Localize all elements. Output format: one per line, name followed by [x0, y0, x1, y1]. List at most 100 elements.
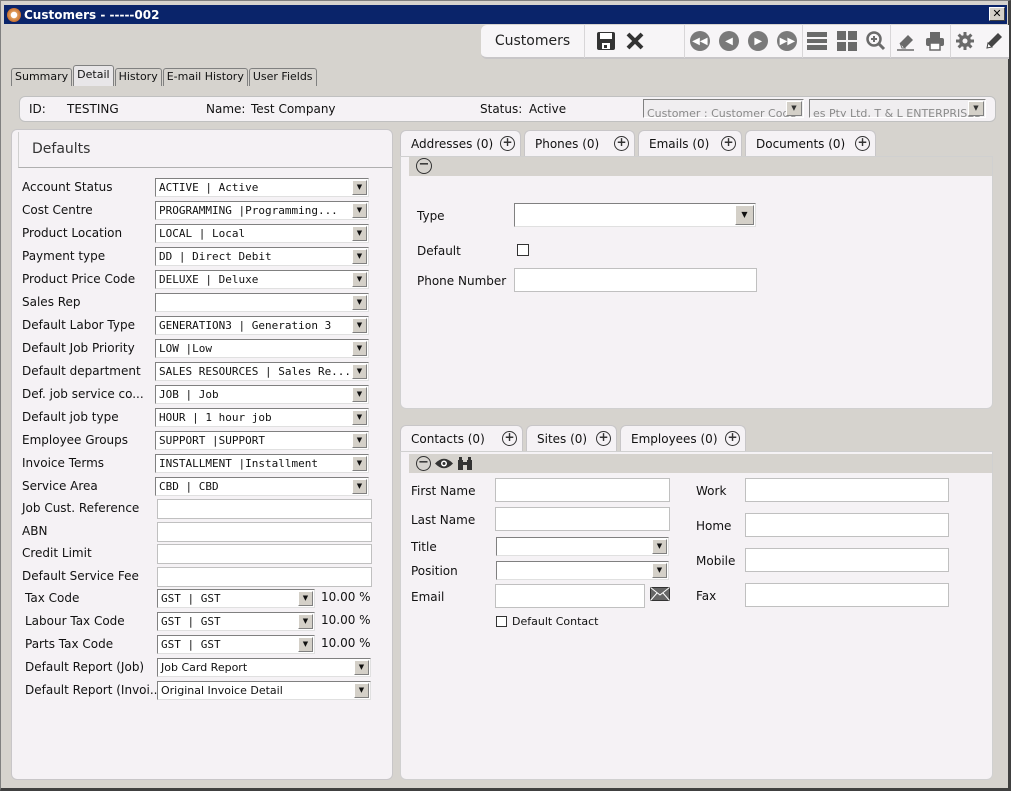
chevron-down-icon[interactable]: ▼	[354, 683, 369, 698]
tab-history[interactable]: History	[114, 68, 162, 86]
first-record-button[interactable]: ◀◀	[685, 27, 714, 55]
tab-phones[interactable]: Phones (0) +	[524, 130, 635, 156]
chevron-down-icon[interactable]: ▼	[352, 295, 367, 310]
default-contact-checkbox[interactable]	[496, 616, 507, 627]
home-phone-input[interactable]	[745, 513, 949, 537]
eye-icon[interactable]	[434, 457, 454, 470]
chevron-down-icon[interactable]: ▼	[352, 203, 367, 218]
field-select[interactable]: DELUXE | Deluxe ▼	[155, 270, 369, 289]
add-address-icon[interactable]: +	[500, 136, 515, 151]
settings-button[interactable]	[951, 27, 980, 55]
lookup-value-select[interactable]: es Pty Ltd, T & L ENTERPRISES ▼	[809, 99, 986, 118]
tab-documents[interactable]: Documents (0) +	[745, 130, 876, 156]
tab-user-fields[interactable]: User Fields	[248, 68, 317, 86]
chevron-down-icon[interactable]: ▼	[352, 433, 367, 448]
chevron-down-icon[interactable]: ▼	[352, 479, 367, 494]
chevron-down-icon[interactable]: ▼	[298, 614, 313, 629]
tab-employees[interactable]: Employees (0) +	[620, 425, 746, 451]
field-input[interactable]	[157, 566, 372, 587]
add-email-icon[interactable]: +	[721, 136, 736, 151]
field-select[interactable]: SUPPORT |SUPPORT ▼	[155, 431, 369, 450]
tab-email-history[interactable]: E-mail History	[162, 68, 248, 86]
field-select[interactable]: DD | Direct Debit ▼	[155, 247, 369, 266]
tab-emails[interactable]: Emails (0) +	[638, 130, 742, 156]
field-select[interactable]: INSTALLMENT |Installment ▼	[155, 454, 369, 473]
chevron-down-icon[interactable]: ▼	[352, 341, 367, 356]
add-employee-icon[interactable]: +	[725, 431, 740, 446]
next-record-button[interactable]: ▶	[744, 27, 773, 55]
chevron-down-icon[interactable]: ▼	[352, 249, 367, 264]
phone-number-input[interactable]	[514, 268, 757, 292]
chevron-down-icon[interactable]: ▼	[968, 101, 984, 116]
tab-addresses[interactable]: Addresses (0) +	[400, 130, 521, 156]
field-select[interactable]: PROGRAMMING |Programming... ▼	[155, 201, 369, 220]
field-input[interactable]	[157, 544, 372, 564]
title-select[interactable]: ▼	[496, 537, 669, 556]
field-select[interactable]: HOUR | 1 hour job ▼	[155, 408, 369, 427]
tax-code-select[interactable]: GST | GST ▼	[157, 612, 315, 631]
chevron-down-icon[interactable]: ▼	[735, 205, 754, 225]
tab-sites[interactable]: Sites (0) +	[526, 425, 617, 451]
last-record-button[interactable]: ▶▶	[773, 27, 802, 55]
chevron-down-icon[interactable]: ▼	[298, 637, 313, 652]
field-select[interactable]: JOB | Job ▼	[155, 385, 369, 404]
first-name-input[interactable]	[495, 478, 670, 502]
field-select[interactable]: LOCAL | Local ▼	[155, 224, 369, 243]
mobile-phone-input[interactable]	[745, 548, 949, 572]
field-input[interactable]	[157, 521, 372, 542]
chevron-down-icon[interactable]: ▼	[352, 410, 367, 425]
field-select[interactable]: GENERATION3 | Generation 3 ▼	[155, 316, 369, 335]
chevron-down-icon[interactable]: ▼	[352, 364, 367, 379]
binoculars-icon[interactable]	[457, 456, 473, 471]
tax-code-select[interactable]: GST | GST ▼	[157, 589, 315, 608]
lookup-mode-select[interactable]: Customer : Customer Code ▼	[643, 99, 804, 118]
save-button[interactable]	[591, 27, 620, 55]
edit-button[interactable]	[980, 27, 1009, 55]
chevron-down-icon[interactable]: ▼	[298, 591, 313, 606]
report-select[interactable]: Original Invoice Detail ▼	[157, 681, 371, 700]
envelope-icon[interactable]	[650, 587, 670, 601]
chevron-down-icon[interactable]: ▼	[352, 318, 367, 333]
phone-type-select[interactable]: ▼	[514, 203, 756, 227]
clear-button[interactable]	[891, 27, 920, 55]
chevron-down-icon[interactable]: ▼	[652, 539, 667, 554]
chevron-down-icon[interactable]: ▼	[352, 180, 367, 195]
previous-record-button[interactable]: ◀	[714, 27, 743, 55]
window-close-button[interactable]: ✕	[989, 7, 1005, 21]
search-button[interactable]	[861, 27, 890, 55]
chevron-down-icon[interactable]: ▼	[352, 456, 367, 471]
chevron-down-icon[interactable]: ▼	[352, 272, 367, 287]
field-select[interactable]: LOW |Low ▼	[155, 339, 369, 358]
work-phone-input[interactable]	[745, 478, 949, 502]
fax-input[interactable]	[745, 583, 949, 607]
field-select[interactable]: ACTIVE | Active ▼	[155, 178, 369, 197]
print-button[interactable]	[920, 27, 949, 55]
field-select[interactable]: ▼	[155, 293, 369, 312]
add-site-icon[interactable]: +	[596, 431, 611, 446]
remove-contact-icon[interactable]: −	[416, 456, 431, 471]
field-select[interactable]: SALES RESOURCES | Sales Re... ▼	[155, 362, 369, 381]
chevron-down-icon[interactable]: ▼	[352, 226, 367, 241]
remove-phone-icon[interactable]: −	[416, 158, 432, 174]
add-phone-icon[interactable]: +	[614, 136, 629, 151]
last-name-input[interactable]	[495, 507, 670, 531]
field-select[interactable]: CBD | CBD ▼	[155, 477, 369, 496]
list-view-button[interactable]	[803, 27, 832, 55]
chevron-down-icon[interactable]: ▼	[354, 660, 369, 675]
add-document-icon[interactable]: +	[855, 136, 870, 151]
tab-summary[interactable]: Summary	[11, 68, 73, 86]
field-input[interactable]	[157, 499, 372, 519]
email-input[interactable]	[495, 584, 645, 608]
tab-detail[interactable]: Detail	[73, 65, 114, 86]
tax-code-select[interactable]: GST | GST ▼	[157, 635, 315, 654]
chevron-down-icon[interactable]: ▼	[352, 387, 367, 402]
position-select[interactable]: ▼	[496, 561, 669, 580]
chevron-down-icon[interactable]: ▼	[652, 563, 667, 578]
phone-default-checkbox[interactable]	[517, 244, 529, 256]
report-select[interactable]: Job Card Report ▼	[157, 658, 371, 677]
cancel-button[interactable]	[620, 27, 649, 55]
tab-contacts[interactable]: Contacts (0) +	[400, 425, 523, 451]
grid-view-button[interactable]	[832, 27, 861, 55]
chevron-down-icon[interactable]: ▼	[786, 101, 802, 116]
add-contact-icon[interactable]: +	[502, 431, 517, 446]
